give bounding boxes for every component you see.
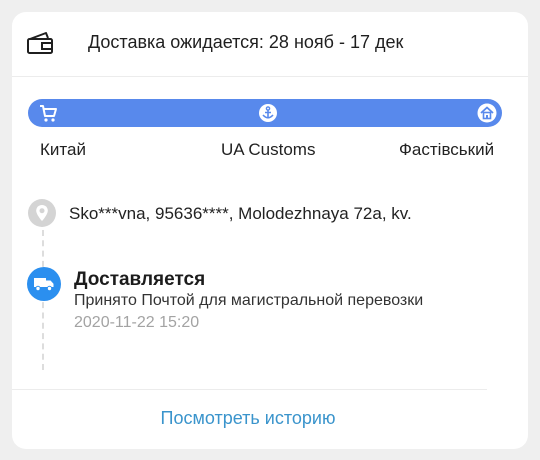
route-progress-bar xyxy=(28,99,502,127)
view-history-link[interactable]: Посмотреть историю xyxy=(12,390,484,446)
stage-label-customs: UA Customs xyxy=(221,140,316,159)
wallet-icon xyxy=(27,32,53,54)
divider xyxy=(12,76,528,77)
shipment-card: Доставка ожидается: 28 нояб - 17 дек Кит… xyxy=(12,12,528,449)
location-pin-icon xyxy=(36,205,48,221)
stage-label-destination: Фастівський xyxy=(399,140,495,159)
cart-icon xyxy=(40,105,57,122)
status-description: Принято Почтой для магистральной перевоз… xyxy=(74,292,424,309)
home-icon xyxy=(477,103,497,123)
truck-icon xyxy=(34,278,54,292)
delivery-estimate-header: Доставка ожидается: 28 нояб - 17 дек xyxy=(12,12,528,76)
status-timestamp: 2020-11-22 15:20 xyxy=(74,314,200,331)
delivery-estimate-text: Доставка ожидается: 28 нояб - 17 дек xyxy=(88,32,404,52)
status-title: Доставляется xyxy=(74,269,206,290)
address-pin xyxy=(28,199,56,227)
anchor-icon xyxy=(259,104,277,122)
recipient-address: Sko***vna, 95636****, Molodezhnaya 72a, … xyxy=(69,204,412,223)
stage-label-origin: Китай xyxy=(40,140,86,159)
status-indicator xyxy=(27,267,61,301)
